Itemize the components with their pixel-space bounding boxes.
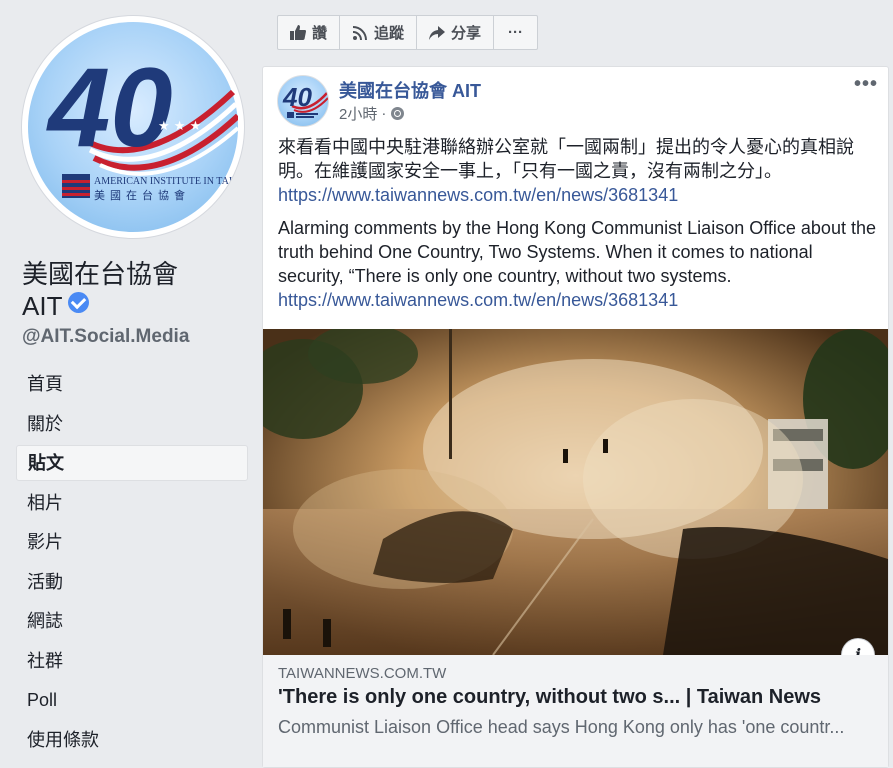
- page-action-bar: 讚 追蹤 分享 ···: [277, 15, 539, 50]
- thumbs-up-icon: [290, 25, 306, 40]
- follow-button[interactable]: 追蹤: [340, 16, 418, 49]
- like-button[interactable]: 讚: [278, 16, 341, 49]
- svg-text:40: 40: [282, 82, 312, 112]
- link-preview-image[interactable]: i: [263, 329, 888, 655]
- tear-gas-street-photo: [263, 329, 888, 655]
- nav-item-photos[interactable]: 相片: [16, 485, 248, 521]
- page-name-line2: AIT: [22, 291, 63, 321]
- page-nav: 首頁 關於 貼文 相片 影片 活動 網誌 社群 Poll 使用條款: [16, 366, 248, 761]
- nav-item-community[interactable]: 社群: [16, 643, 248, 679]
- meta-separator: ·: [381, 105, 387, 122]
- post-link-2[interactable]: https://www.taiwannews.com.tw/en/news/36…: [278, 290, 678, 310]
- post-card: 40 美國在台協會 AIT 2小時 · ••• 來看看中國中央駐港聯絡辦公室就「…: [262, 66, 889, 768]
- post-link-1[interactable]: https://www.taiwannews.com.tw/en/news/36…: [278, 185, 678, 205]
- nav-item-posts[interactable]: 貼文: [16, 445, 248, 481]
- post-body-zh: 來看看中國中央駐港聯絡辦公室就「一國兩制」提出的令人憂心的真相說明。在維護國家安…: [278, 137, 854, 181]
- nav-item-home[interactable]: 首頁: [16, 366, 248, 402]
- post-time[interactable]: 2小時: [339, 103, 377, 124]
- svg-text:★ ★ ★: ★ ★ ★: [158, 119, 201, 134]
- nav-item-about[interactable]: 關於: [16, 406, 248, 442]
- nav-item-videos[interactable]: 影片: [16, 524, 248, 560]
- nav-item-events[interactable]: 活動: [16, 564, 248, 600]
- ait-logo-small-icon: 40: [282, 82, 328, 118]
- more-actions-button[interactable]: ···: [494, 16, 537, 49]
- post-options-button[interactable]: •••: [854, 73, 878, 96]
- ait-40-logo-graphic: 40 ★ ★ ★ AMERICAN INSTITUTE IN TAIWAN 美國…: [46, 45, 244, 202]
- page-name-line1: 美國在台協會: [22, 259, 179, 289]
- page-handle[interactable]: @AIT.Social.Media: [22, 326, 189, 348]
- share-label: 分享: [451, 25, 482, 42]
- like-label: 讚: [312, 25, 328, 42]
- logo-number: 40: [46, 45, 173, 170]
- globe-public-icon: [391, 107, 405, 120]
- post-author-avatar[interactable]: 40: [277, 75, 329, 127]
- share-arrow-icon: [429, 25, 446, 40]
- follow-label: 追蹤: [374, 25, 405, 42]
- nav-item-notes[interactable]: 網誌: [16, 603, 248, 639]
- page-title[interactable]: 美國在台協會 AIT: [22, 258, 252, 322]
- link-domain: TAIWANNEWS.COM.TW: [278, 665, 447, 682]
- left-column: 40 ★ ★ ★ AMERICAN INSTITUTE IN TAIWAN 美國…: [0, 0, 262, 757]
- logo-text-zh: 美國在台協會: [94, 188, 190, 202]
- ait-logo: 40 ★ ★ ★ AMERICAN INSTITUTE IN TAIWAN 美國…: [28, 22, 244, 232]
- post-timestamp: 2小時 ·: [339, 103, 405, 124]
- link-description: Communist Liaison Office head says Hong …: [278, 717, 845, 737]
- nav-item-terms[interactable]: 使用條款: [16, 722, 248, 758]
- profile-picture[interactable]: 40 ★ ★ ★ AMERICAN INSTITUTE IN TAIWAN 美國…: [22, 16, 244, 238]
- post-author-name[interactable]: 美國在台協會 AIT: [339, 77, 481, 103]
- post-text-en: Alarming comments by the Hong Kong Commu…: [278, 216, 878, 312]
- logo-text-en: AMERICAN INSTITUTE IN TAIWAN: [94, 176, 238, 187]
- share-button[interactable]: 分享: [417, 16, 495, 49]
- nav-item-poll[interactable]: Poll: [16, 682, 248, 718]
- more-dots-icon: ···: [508, 24, 524, 41]
- post-text-zh: 來看看中國中央駐港聯絡辦公室就「一國兩制」提出的令人憂心的真相說明。在維護國家安…: [278, 135, 878, 207]
- link-preview[interactable]: TAIWANNEWS.COM.TW 'There is only one cou…: [263, 655, 888, 767]
- post-body-en: Alarming comments by the Hong Kong Commu…: [278, 218, 876, 286]
- verified-badge-icon: [68, 292, 90, 313]
- rss-follow-icon: [352, 25, 368, 40]
- link-title: 'There is only one country, without two …: [278, 686, 822, 708]
